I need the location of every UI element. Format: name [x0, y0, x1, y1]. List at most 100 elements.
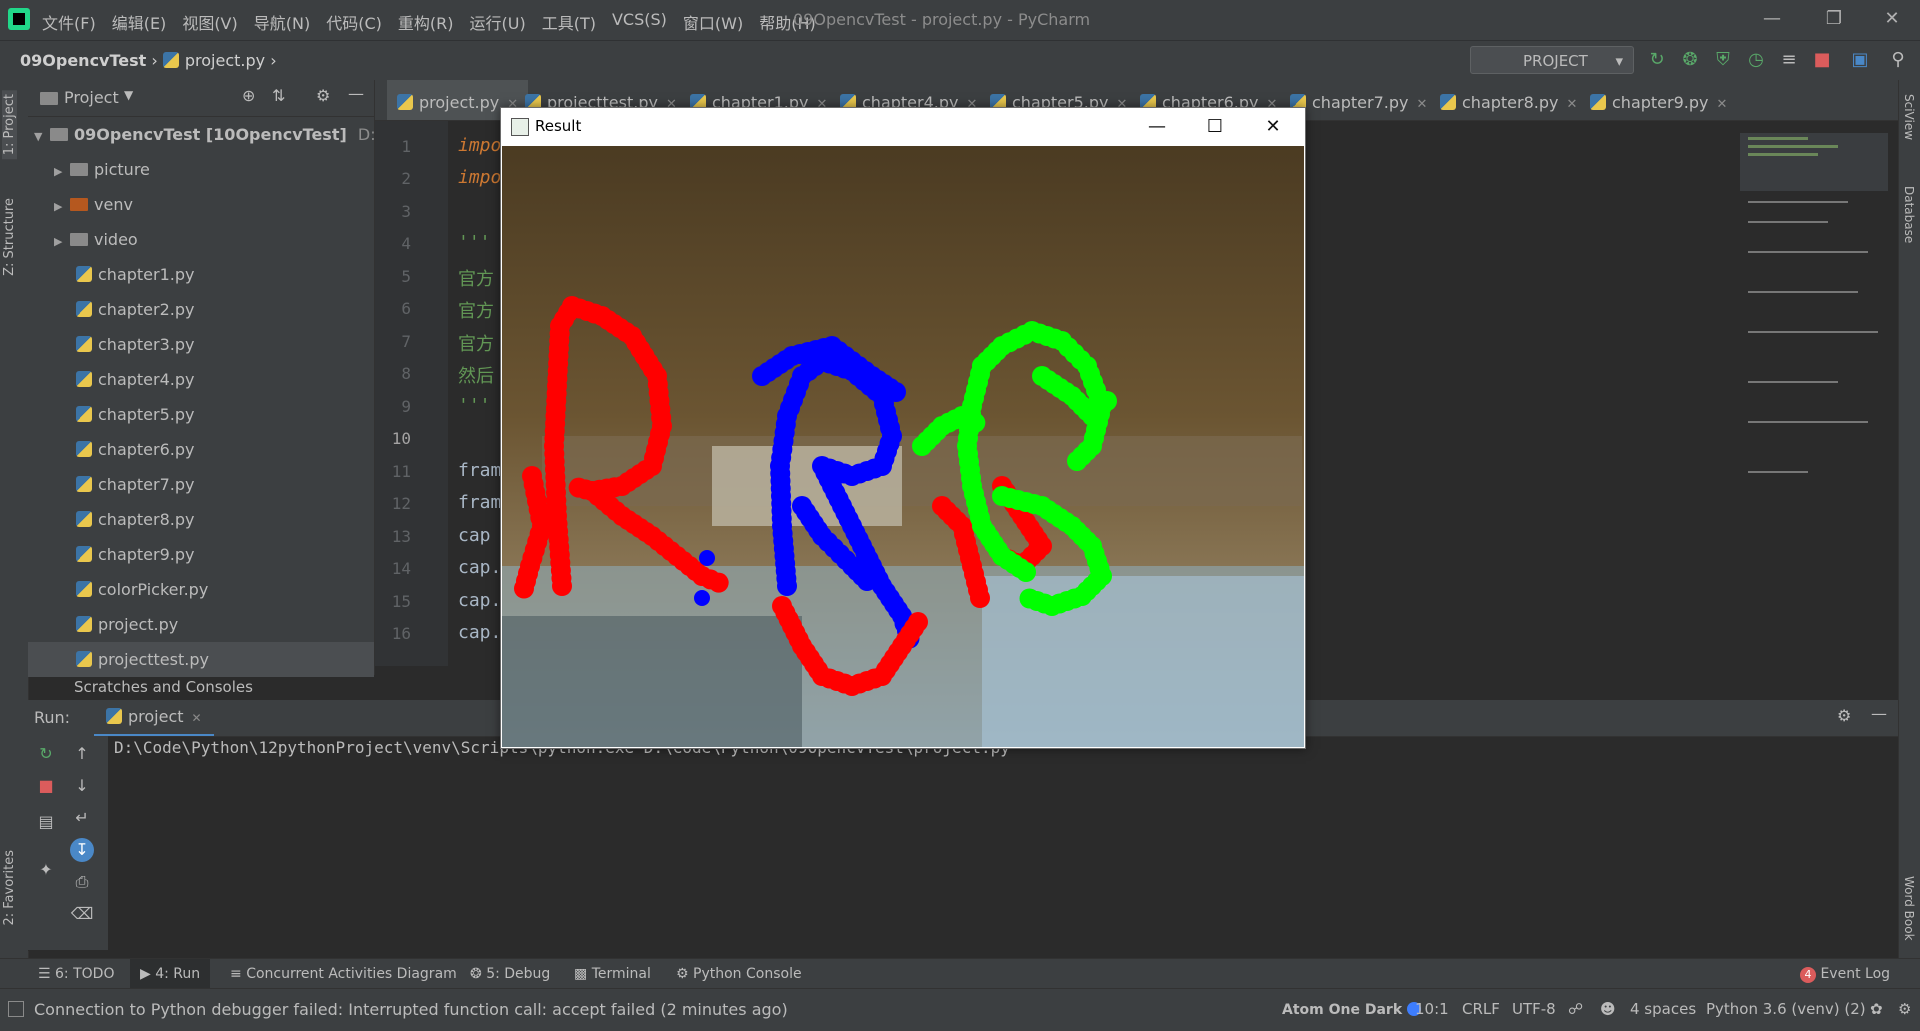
print-icon[interactable]: ⎙ [70, 870, 94, 894]
close-tab-icon[interactable]: ✕ [1416, 97, 1427, 112]
favorites-tool-tab[interactable]: 2: Favorites [2, 850, 17, 926]
run-configuration-select[interactable]: PROJECT ▾ [1470, 46, 1634, 74]
locate-icon[interactable]: ⊕ [242, 86, 255, 105]
close-tab-icon[interactable]: ✕ [1716, 97, 1727, 112]
indent-setting[interactable]: 4 spaces [1630, 1000, 1696, 1018]
theme-indicator[interactable]: Atom One Dark [1282, 1002, 1422, 1018]
status-message[interactable]: Connection to Python debugger failed: In… [34, 1000, 788, 1019]
maximize-button[interactable]: ☐ [1195, 112, 1235, 142]
menu-navigate[interactable]: 导航(N) [254, 10, 310, 34]
menu-window[interactable]: 窗口(W) [683, 10, 743, 34]
tab-python-console[interactable]: ⚙ Python Console [676, 959, 802, 989]
hide-panel-icon[interactable]: — [1871, 704, 1887, 723]
code-minimap[interactable] [1738, 121, 1898, 666]
hide-panel-icon[interactable]: — [348, 84, 364, 103]
menu-code[interactable]: 代码(C) [326, 10, 382, 34]
tree-folder[interactable]: ▶ picture [54, 152, 150, 187]
close-tab-icon[interactable]: ✕ [192, 711, 202, 725]
profile-icon[interactable]: ◷ [1744, 48, 1768, 72]
python-interpreter[interactable]: Python 3.6 (venv) (2) [1706, 1000, 1866, 1018]
gear-icon[interactable]: ⚙ [316, 86, 330, 105]
tab-chapter7-py[interactable]: chapter7.py ✕ [1290, 80, 1427, 120]
tab-todo[interactable]: ☰ 6: TODO [38, 959, 114, 989]
file-encoding[interactable]: UTF-8 [1512, 1000, 1556, 1018]
up-arrow-icon[interactable]: ↑ [70, 742, 94, 766]
menu-run[interactable]: 运行(U) [470, 10, 526, 34]
tab-chapter9-py[interactable]: chapter9.py ✕ [1590, 80, 1727, 120]
scroll-to-end-icon[interactable]: ↧ [70, 838, 94, 862]
tree-file[interactable]: colorPicker.py [76, 572, 208, 607]
database-tool-tab[interactable]: Database [1902, 186, 1916, 243]
tree-file[interactable]: chapter5.py [76, 397, 194, 432]
event-log-button[interactable]: 4 Event Log [1800, 959, 1890, 989]
tab-chapter8-py[interactable]: chapter8.py ✕ [1440, 80, 1577, 120]
tree-file[interactable]: chapter6.py [76, 432, 194, 467]
inspection-icon[interactable]: ☻ [1600, 1000, 1616, 1018]
tree-file[interactable]: chapter1.py [76, 257, 194, 292]
sciview-tool-tab[interactable]: SciView [1902, 94, 1916, 140]
paw-icon[interactable]: ✿ [1870, 1000, 1883, 1018]
menu-edit[interactable]: 编辑(E) [112, 10, 167, 34]
minimize-button[interactable]: — [1137, 112, 1177, 142]
menu-view[interactable]: 视图(V) [182, 10, 237, 34]
close-button[interactable]: ✕ [1872, 6, 1912, 32]
restore-button[interactable]: ❐ [1814, 6, 1854, 32]
panel-toggle-icon[interactable] [8, 1001, 24, 1017]
gear-icon[interactable]: ⚙ [1837, 706, 1851, 725]
rerun-icon[interactable]: ↻ [1645, 48, 1669, 72]
coverage-icon[interactable]: ⛨ [1711, 48, 1735, 72]
tree-file[interactable]: project.py [76, 607, 178, 642]
tree-root[interactable]: ▼09OpencvTest [10OpencvTest] D:\Code [34, 117, 422, 152]
translate-icon[interactable]: ▣ [1848, 48, 1872, 72]
stop-icon[interactable]: ■ [34, 774, 58, 798]
tree-file-selected[interactable]: projecttest.py [28, 642, 374, 677]
tree-file[interactable]: chapter8.py [76, 502, 194, 537]
tab-terminal[interactable]: ▩ Terminal [574, 959, 651, 989]
project-view-select[interactable]: Project [64, 88, 119, 107]
menu-tools[interactable]: 工具(T) [542, 10, 596, 34]
project-tool-tab[interactable]: 1: Project [2, 90, 17, 160]
tree-file[interactable]: chapter3.py [76, 327, 194, 362]
tree-file[interactable]: chapter4.py [76, 362, 194, 397]
wordbook-tool-tab[interactable]: Word Book [1902, 876, 1916, 941]
collapse-all-icon[interactable]: ⇅ [272, 86, 285, 105]
tree-file-label: chapter2.py [98, 300, 195, 319]
tree-file[interactable]: chapter9.py [76, 537, 194, 572]
search-icon[interactable]: ⚲ [1886, 48, 1910, 72]
lock-icon[interactable]: ☍ [1568, 1000, 1583, 1018]
trash-icon[interactable]: ⌫ [70, 902, 94, 926]
stop-icon[interactable]: ■ [1810, 48, 1834, 72]
pin-icon[interactable]: ✦ [34, 858, 58, 882]
layout-icon[interactable]: ▤ [34, 810, 58, 834]
result-window[interactable]: Result — ☐ ✕ [500, 107, 1306, 749]
close-button[interactable]: ✕ [1253, 112, 1293, 142]
down-arrow-icon[interactable]: ↓ [70, 774, 94, 798]
concurrency-icon[interactable]: ≡ [1777, 48, 1801, 72]
breadcrumb-project[interactable]: 09OpencvTest [20, 51, 146, 70]
debug-icon[interactable]: ❂ [1678, 48, 1702, 72]
soft-wrap-icon[interactable]: ↵ [70, 806, 94, 830]
caret-position[interactable]: 10:1 [1415, 1000, 1449, 1018]
tab-run[interactable]: ▶ 4: Run [130, 959, 211, 989]
structure-tool-tab[interactable]: Z: Structure [2, 198, 17, 276]
menu-refactor[interactable]: 重构(R) [398, 10, 454, 34]
line-separator[interactable]: CRLF [1462, 1000, 1500, 1018]
result-window-titlebar[interactable]: Result — ☐ ✕ [501, 108, 1305, 146]
tree-file[interactable]: chapter2.py [76, 292, 194, 327]
settings-icon[interactable]: ⚙ [1898, 1000, 1911, 1018]
tab-debug[interactable]: ❂ 5: Debug [470, 959, 550, 989]
run-tab-project[interactable]: project ✕ [94, 700, 214, 737]
menu-vcs[interactable]: VCS(S) [612, 10, 667, 34]
tree-file[interactable]: chapter7.py [76, 467, 194, 502]
minimize-button[interactable]: — [1752, 6, 1792, 32]
tab-label: chapter8.py [1462, 93, 1559, 112]
scratches-and-consoles[interactable]: Scratches and Consoles [48, 678, 253, 696]
rerun-icon[interactable]: ↻ [34, 742, 58, 766]
menu-file[interactable]: 文件(F) [42, 10, 96, 34]
tree-folder[interactable]: ▶ video [54, 222, 138, 257]
close-tab-icon[interactable]: ✕ [1566, 97, 1577, 112]
breadcrumb-file[interactable]: project.py [185, 51, 265, 70]
chevron-down-icon[interactable]: ▼ [124, 88, 133, 102]
tree-folder[interactable]: ▶ venv [54, 187, 133, 222]
tab-concurrent-activities[interactable]: ≡ Concurrent Activities Diagram [230, 959, 457, 989]
